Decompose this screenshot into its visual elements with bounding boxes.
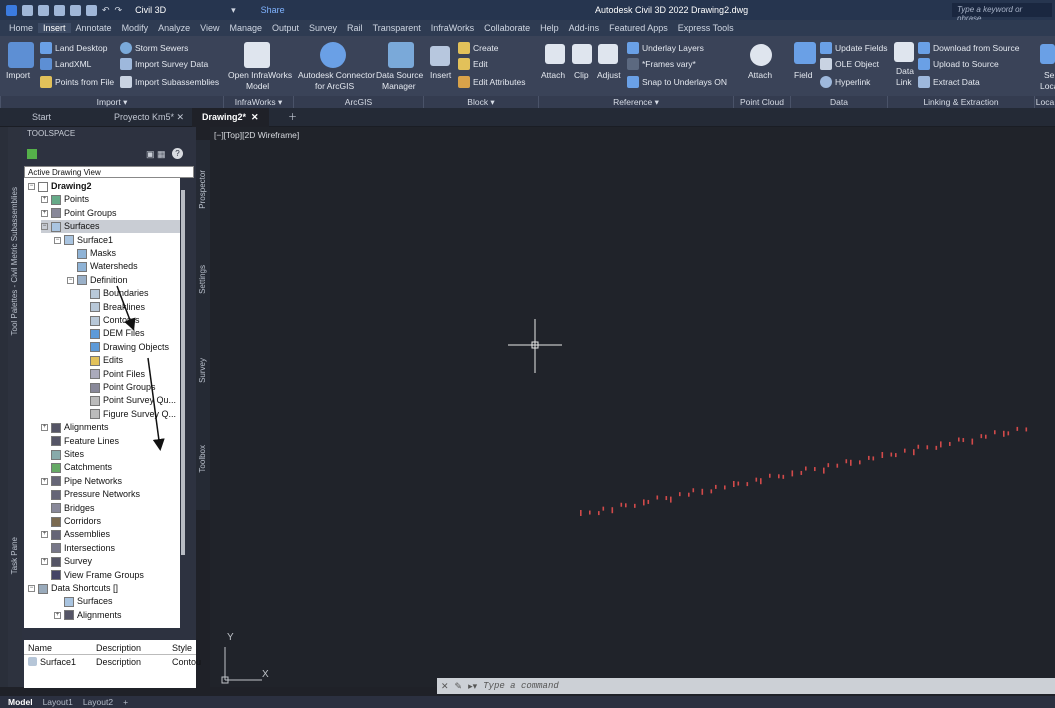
annotation-arrows bbox=[116, 285, 165, 451]
annotation-arrow-1 bbox=[116, 285, 136, 331]
annotation-arrow-2 bbox=[147, 357, 165, 451]
